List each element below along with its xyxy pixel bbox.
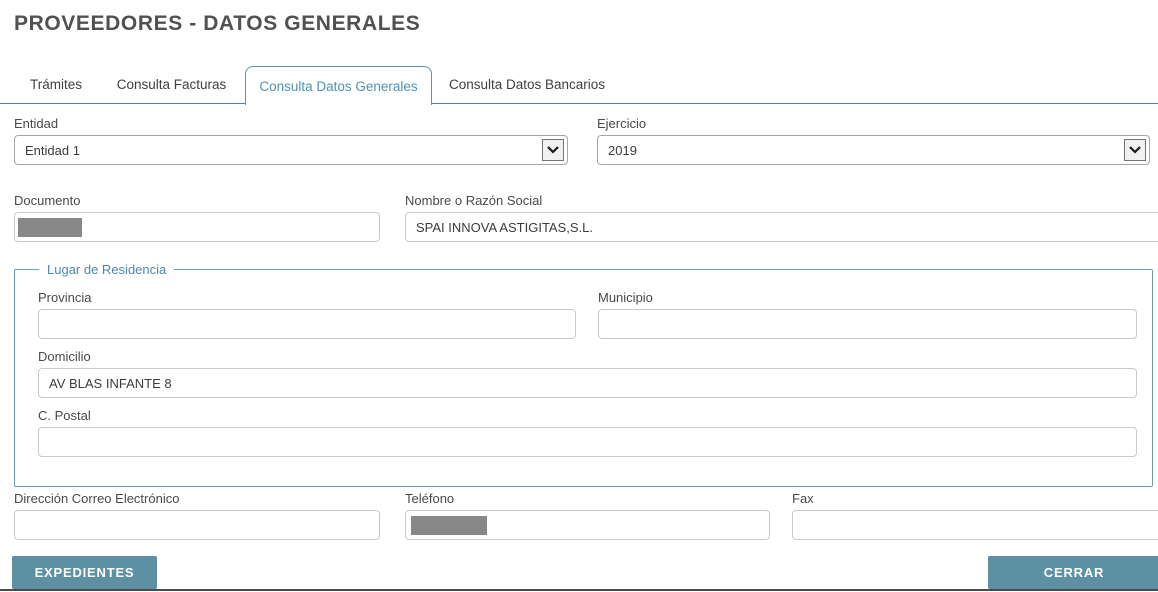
entidad-select[interactable]: Entidad 1 (14, 135, 568, 165)
chevron-down-icon[interactable] (542, 139, 564, 161)
codigo-postal-input[interactable] (38, 427, 1137, 457)
expedientes-button[interactable]: EXPEDIENTES (12, 556, 157, 589)
documento-input[interactable] (14, 212, 380, 242)
ejercicio-select[interactable]: 2019 (597, 135, 1150, 165)
telefono-input[interactable] (405, 510, 770, 540)
telefono-label: Teléfono (405, 491, 770, 506)
nombre-razon-social-label: Nombre o Razón Social (405, 193, 1158, 208)
tab-consulta-datos-generales[interactable]: Consulta Datos Generales (245, 66, 432, 105)
provincia-input[interactable] (38, 309, 576, 339)
proveedores-page: PROVEEDORES - DATOS GENERALES Trámites C… (0, 0, 1158, 592)
provincia-label: Provincia (38, 290, 576, 305)
codigo-postal-label: C. Postal (38, 408, 1137, 423)
entidad-label: Entidad (14, 116, 568, 131)
domicilio-label: Domicilio (38, 349, 1137, 364)
tab-bar: Trámites Consulta Facturas Consulta Dato… (0, 66, 1158, 104)
window-bottom-edge (0, 589, 1158, 591)
nombre-razon-social-field: Nombre o Razón Social (405, 193, 1158, 242)
lugar-de-residencia-legend: Lugar de Residencia (39, 262, 174, 277)
nombre-razon-social-input[interactable] (405, 212, 1158, 242)
municipio-label: Municipio (598, 290, 1137, 305)
redacted-value-block (18, 218, 82, 237)
correo-electronico-field: Dirección Correo Electrónico (14, 491, 380, 540)
tab-label: Trámites (30, 77, 82, 92)
provincia-field: Provincia (38, 290, 576, 339)
municipio-field: Municipio (598, 290, 1137, 339)
telefono-field: Teléfono (405, 491, 770, 540)
tab-consulta-datos-bancarios[interactable]: Consulta Datos Bancarios (432, 66, 622, 103)
page-title: PROVEEDORES - DATOS GENERALES (14, 12, 420, 36)
entidad-selected-value: Entidad 1 (25, 143, 80, 158)
tab-tramites[interactable]: Trámites (14, 66, 98, 103)
documento-label: Documento (14, 193, 380, 208)
ejercicio-field: Ejercicio 2019 (597, 116, 1150, 165)
fax-input[interactable] (792, 510, 1158, 540)
ejercicio-selected-value: 2019 (608, 143, 637, 158)
cerrar-button[interactable]: CERRAR (988, 556, 1158, 589)
tab-label: Consulta Facturas (117, 77, 227, 92)
domicilio-input[interactable] (38, 368, 1137, 398)
entidad-field: Entidad Entidad 1 (14, 116, 568, 165)
fax-label: Fax (792, 491, 1158, 506)
codigo-postal-field: C. Postal (38, 408, 1137, 457)
correo-electronico-label: Dirección Correo Electrónico (14, 491, 380, 506)
redacted-value-block (411, 516, 487, 535)
fax-field: Fax (792, 491, 1158, 540)
tab-label: Consulta Datos Generales (259, 79, 417, 94)
ejercicio-label: Ejercicio (597, 116, 1150, 131)
domicilio-field: Domicilio (38, 349, 1137, 398)
tab-consulta-facturas[interactable]: Consulta Facturas (98, 66, 245, 103)
municipio-input[interactable] (598, 309, 1137, 339)
correo-electronico-input[interactable] (14, 510, 380, 540)
tab-label: Consulta Datos Bancarios (449, 77, 605, 92)
chevron-down-icon[interactable] (1124, 139, 1146, 161)
documento-field: Documento (14, 193, 380, 242)
